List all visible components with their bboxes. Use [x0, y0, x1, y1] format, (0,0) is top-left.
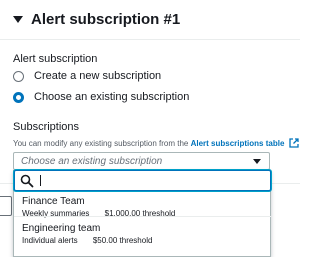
dropdown-option-finance-team[interactable]: Finance Team Weekly summaries $1,000.00 … — [14, 196, 271, 218]
section-title: Alert subscription #1 — [31, 11, 181, 28]
alert-subscription-panel: Alert subscription #1 Alert subscription… — [0, 0, 300, 257]
option-threshold: $50.00 threshold — [92, 236, 153, 245]
option-title: Engineering team — [22, 223, 101, 234]
dropdown-option-engineering-team[interactable]: Engineering team Individual alerts $50.0… — [14, 223, 271, 245]
filter-input[interactable] — [14, 170, 271, 191]
caret-down-icon[interactable] — [13, 16, 23, 23]
radio-create-new-label: Create a new subscription — [34, 70, 162, 82]
radio-create-new[interactable]: Create a new subscription — [13, 70, 161, 82]
alert-subscription-label: Alert subscription — [13, 53, 98, 65]
partially-hidden-button[interactable] — [0, 196, 12, 216]
radio-choose-existing-input[interactable] — [13, 91, 24, 103]
external-link-icon[interactable] — [288, 138, 299, 148]
option-divider — [14, 216, 271, 217]
option-tags: Individual alerts $50.00 threshold — [22, 236, 271, 245]
caret-down-icon[interactable] — [253, 159, 261, 164]
radio-create-new-input[interactable] — [13, 70, 24, 82]
text-cursor — [40, 175, 41, 186]
description-text: You can modify any existing subscription… — [13, 139, 189, 148]
subscription-dropdown: Finance Team Weekly summaries $1,000.00 … — [13, 170, 271, 257]
option-title: Finance Team — [22, 196, 85, 207]
subscriptions-label: Subscriptions — [13, 121, 80, 133]
subscriptions-description: You can modify any existing subscription… — [13, 138, 299, 148]
select-placeholder: Choose an existing subscription — [21, 155, 163, 167]
subscription-select[interactable]: Choose an existing subscription — [13, 152, 270, 170]
section-header[interactable]: Alert subscription #1 — [0, 0, 300, 40]
radio-choose-existing[interactable]: Choose an existing subscription — [13, 91, 189, 103]
radio-choose-existing-label: Choose an existing subscription — [34, 91, 190, 103]
alert-subscriptions-table-link[interactable]: Alert subscriptions table — [191, 139, 285, 148]
search-icon — [20, 174, 34, 187]
option-frequency: Individual alerts — [22, 236, 78, 245]
